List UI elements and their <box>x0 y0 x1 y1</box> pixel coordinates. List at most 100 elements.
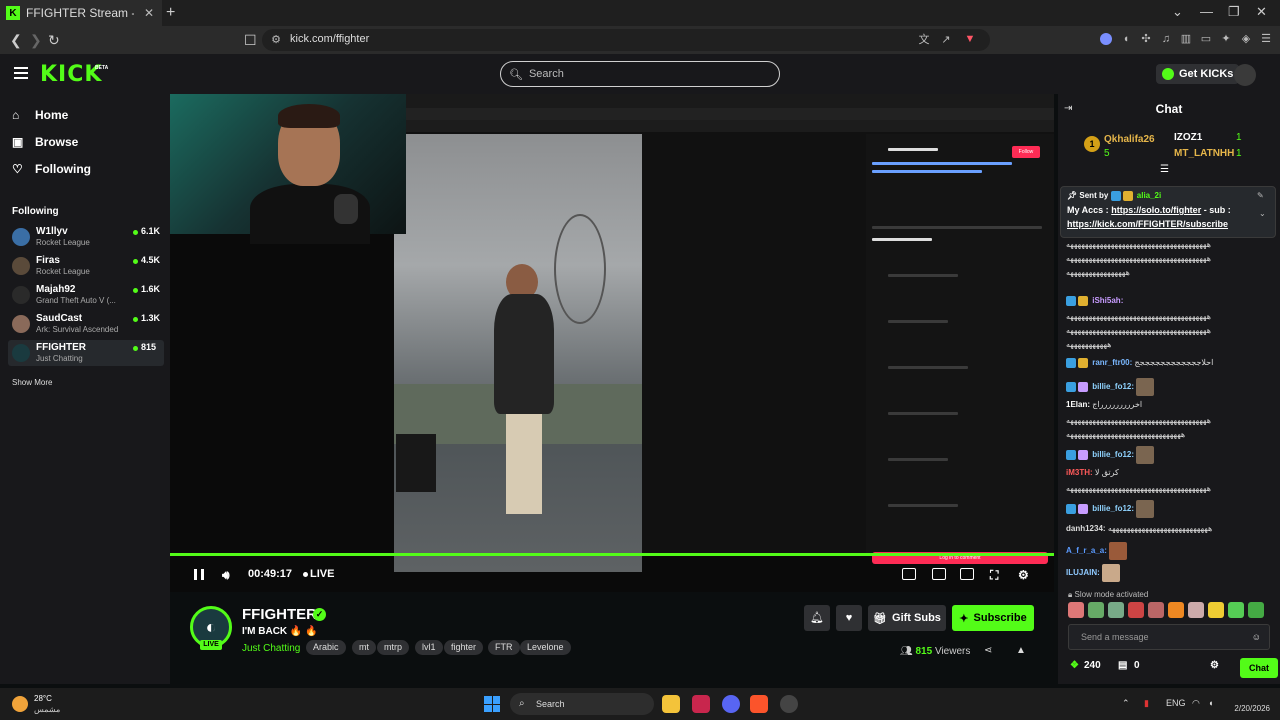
site-info-icon[interactable]: ⚙ <box>270 34 282 46</box>
chevron-down-icon[interactable]: ⌄ <box>1259 209 1266 218</box>
leader-name[interactable]: Qkhalifa26 <box>1104 134 1155 145</box>
sidebar-channel[interactable]: Majah92 Grand Theft Auto V (... 1.6K <box>8 282 164 308</box>
emote[interactable] <box>1108 602 1124 618</box>
reload-icon[interactable]: ↻ <box>48 32 60 49</box>
steam-icon[interactable] <box>780 695 798 713</box>
user-avatar[interactable] <box>1234 64 1256 86</box>
system-clock[interactable]: 2/20/2026 <box>1226 692 1270 713</box>
show-more-link[interactable]: Show More <box>12 378 52 387</box>
close-tab-icon[interactable]: ✕ <box>144 6 154 20</box>
emote[interactable] <box>1088 602 1104 618</box>
minimize-icon[interactable]: — <box>1200 4 1213 19</box>
emote[interactable] <box>1188 602 1204 618</box>
weather-widget[interactable]: 28°C مشمس <box>12 692 92 716</box>
translate-icon[interactable]: 文 <box>918 34 930 46</box>
pinned-link[interactable]: https://kick.com/FFIGHTER/subscribe <box>1067 219 1228 229</box>
nav-browse[interactable]: ▣ Browse <box>12 135 78 149</box>
pip-icon[interactable] <box>902 568 916 580</box>
back-icon[interactable]: ❮ <box>10 32 22 49</box>
subscribe-button[interactable]: ✦ Subscribe <box>952 605 1034 631</box>
emote[interactable] <box>1248 602 1264 618</box>
extension-icon[interactable] <box>1100 33 1112 45</box>
pause-icon[interactable] <box>194 569 204 580</box>
report-icon[interactable]: ▲ <box>1016 645 1026 656</box>
nav-following[interactable]: ♡ Following <box>12 162 91 176</box>
channel-name[interactable]: FFIGHTER <box>242 606 317 623</box>
tray-app-icon[interactable]: ▮ <box>1144 698 1149 709</box>
tag[interactable]: fighter <box>444 640 484 655</box>
get-kicks-button[interactable]: Get KICKs <box>1156 64 1240 84</box>
tag[interactable]: mtrp <box>377 640 409 655</box>
settings-icon[interactable]: ⚙ <box>1018 568 1029 582</box>
kick-logo[interactable]: KICK <box>40 62 102 87</box>
hamburger-menu-icon[interactable] <box>14 67 28 79</box>
volume-icon[interactable]: 🔊︎ <box>222 568 230 583</box>
brave-browser-icon[interactable] <box>750 695 768 713</box>
new-tab-icon[interactable]: + <box>166 4 175 22</box>
emote[interactable] <box>1228 602 1244 618</box>
language-indicator[interactable]: ENG <box>1166 698 1186 708</box>
pinned-message[interactable]: 📌︎ Sent by alia_2i My Accs : https://sol… <box>1060 186 1276 238</box>
progress-bar[interactable] <box>170 553 1054 556</box>
tag[interactable]: mt <box>352 640 376 655</box>
gift-subs-button[interactable]: 🎁︎ Gift Subs <box>868 605 946 631</box>
expand-leaderboard-icon[interactable]: ☰ <box>1160 164 1169 175</box>
emote[interactable] <box>1068 602 1084 618</box>
share-icon[interactable]: ⋖ <box>984 645 992 656</box>
theater-mode-icon[interactable] <box>960 568 974 580</box>
forward-icon[interactable]: ❯ <box>30 32 42 49</box>
windows-start-icon[interactable] <box>484 696 500 712</box>
tray-expand-icon[interactable]: ⌃ <box>1122 698 1130 709</box>
nav-home[interactable]: ⌂ Home <box>12 108 68 122</box>
wallet-icon[interactable]: ▭ <box>1200 33 1212 45</box>
tag[interactable]: Levelone <box>520 640 571 655</box>
vpn-icon[interactable]: ◈ <box>1240 33 1252 45</box>
tag[interactable]: FTR <box>488 640 520 655</box>
bookmark-icon[interactable]: ☐ <box>244 32 257 49</box>
search-input[interactable]: 🔍︎ Search <box>500 61 780 87</box>
sidebar-channel-active[interactable]: FFIGHTER Just Chatting 815 <box>8 340 164 366</box>
sidebar-channel[interactable]: Firas Rocket League 4.5K <box>8 253 164 279</box>
tag[interactable]: lvl1 <box>415 640 443 655</box>
stream-category[interactable]: Just Chatting <box>242 643 300 654</box>
store-icon[interactable]: ▤ <box>1118 660 1127 671</box>
video-player[interactable]: Follow Log in to comment ••• ⌄ 🔊︎ 00:49:… <box>170 94 1054 592</box>
discord-icon[interactable] <box>722 695 740 713</box>
follow-heart-icon[interactable]: ♥ <box>836 605 862 631</box>
chat-send-button[interactable]: Chat <box>1240 658 1278 678</box>
music-icon[interactable]: ♫ <box>1160 33 1172 45</box>
url-field[interactable]: ⚙ kick.com/ffighter 文 ↗ ▼ <box>262 29 990 51</box>
sidebar-channel[interactable]: W1llyv Rocket League 6.1K <box>8 224 164 250</box>
menu-icon[interactable]: ☰ <box>1260 33 1272 45</box>
speaker-icon[interactable]: ◖ <box>1208 698 1213 708</box>
emote[interactable] <box>1208 602 1224 618</box>
leader-name[interactable]: IZOZ1 <box>1174 132 1202 143</box>
close-window-icon[interactable]: ✕ <box>1256 4 1267 20</box>
notification-bell-icon[interactable]: 🔔︎ <box>804 605 830 631</box>
tag[interactable]: Arabic <box>306 640 346 655</box>
tab-list-icon[interactable]: ⌄ <box>1172 4 1183 20</box>
points-count[interactable]: 240 <box>1084 660 1101 671</box>
extension-icon[interactable]: ◖ <box>1120 33 1132 45</box>
browser-tab[interactable]: K FFIGHTER Stream - Watch Li ✕ <box>0 0 162 26</box>
emoji-icon[interactable]: ☺ <box>1252 625 1261 649</box>
file-explorer-icon[interactable] <box>662 695 680 713</box>
chat-settings-icon[interactable]: ⚙ <box>1210 660 1219 671</box>
emote[interactable] <box>1128 602 1144 618</box>
wifi-icon[interactable]: ◠ <box>1192 698 1200 709</box>
sidebar-icon[interactable]: ▥ <box>1180 33 1192 45</box>
sidebar-channel[interactable]: SaudCast Ark: Survival Ascended 1.3K <box>8 311 164 337</box>
taskbar-search[interactable]: ⌕ Search <box>510 693 654 715</box>
unpin-icon[interactable]: ✎ <box>1257 191 1264 200</box>
leader-name[interactable]: MT_LATNHH <box>1174 148 1234 159</box>
share-icon[interactable]: ↗ <box>940 34 952 46</box>
extensions-icon[interactable]: ✣ <box>1140 33 1152 45</box>
fullscreen-icon[interactable]: ⛶ <box>990 568 998 583</box>
app-icon[interactable] <box>692 695 710 713</box>
clip-icon[interactable] <box>932 568 946 580</box>
emote[interactable] <box>1168 602 1184 618</box>
leo-icon[interactable]: ✦ <box>1220 33 1232 45</box>
emote[interactable] <box>1148 602 1164 618</box>
maximize-icon[interactable]: ❐ <box>1228 4 1240 20</box>
chat-message-input[interactable]: Send a message ☺ <box>1068 624 1270 650</box>
